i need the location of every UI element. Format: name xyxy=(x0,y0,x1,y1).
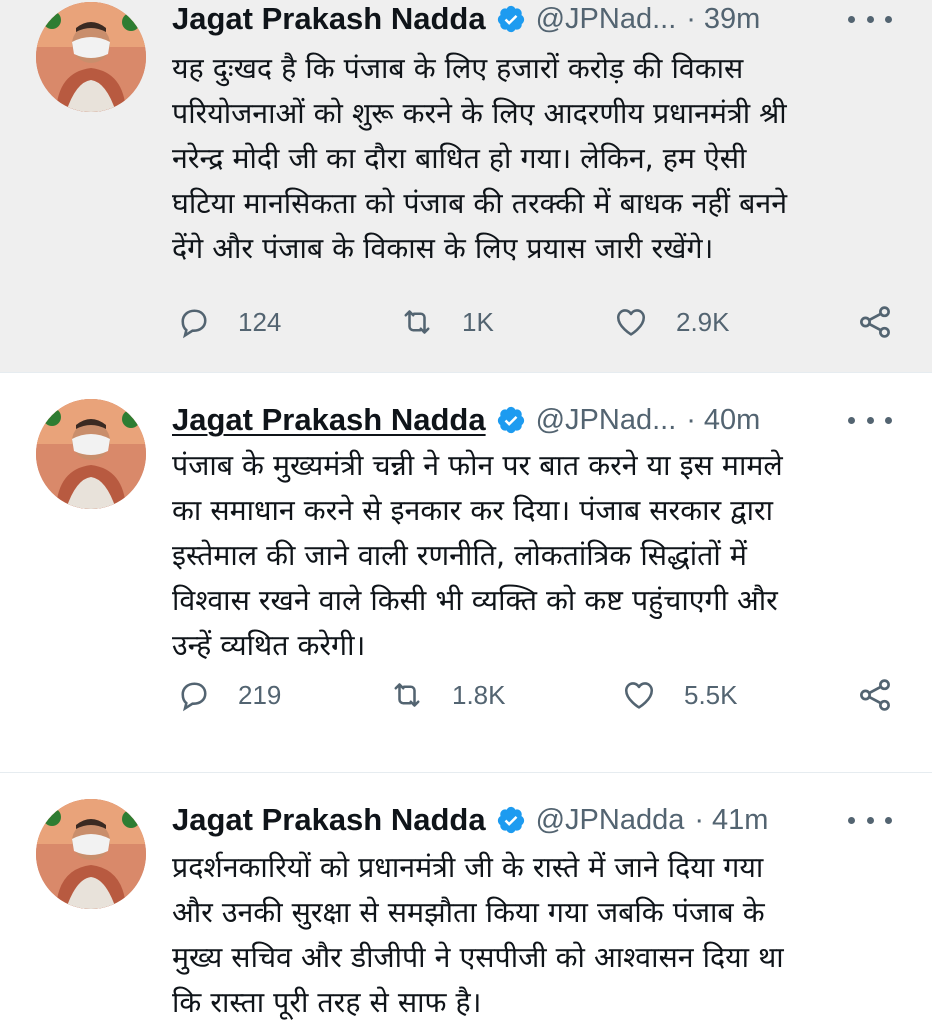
share-button[interactable] xyxy=(856,300,894,344)
tweet-timestamp[interactable]: 41m xyxy=(712,804,768,837)
tweet[interactable]: Jagat Prakash Nadda @JPNad... · 39m यह द… xyxy=(0,0,932,372)
tweet-header: Jagat Prakash Nadda @JPNadda · 41m xyxy=(172,797,902,843)
reply-icon xyxy=(181,682,207,712)
tweet-text-line: और उनकी सुरक्षा से समझौता किया गया जबकि … xyxy=(172,896,765,929)
share-icon xyxy=(860,306,890,338)
tweet-text-line: देंगे और पंजाब के विकास के लिए प्रयास जा… xyxy=(172,232,714,265)
tweet-actions: 219 1.8K 5.5K xyxy=(172,673,902,717)
verified-badge-icon xyxy=(496,405,526,435)
tweet-text-line: विश्वास रखने वाले किसी भी व्यक्ति को कष्… xyxy=(172,584,778,617)
tweet-text-line: घटिया मानसिकता को पंजाब की तरक्की में बा… xyxy=(172,187,788,220)
separator-dot: · xyxy=(686,403,696,436)
like-button[interactable]: 5.5K xyxy=(620,673,738,717)
tweet-text: यह दुःखद है कि पंजाब के लिए हजारों करोड़… xyxy=(172,46,902,271)
author-name[interactable]: Jagat Prakash Nadda xyxy=(172,1,486,37)
share-icon xyxy=(860,679,890,711)
verified-badge-icon xyxy=(496,4,526,34)
tweet-text-line: उन्हें व्यथित करेगी। xyxy=(172,629,366,662)
verified-badge-icon xyxy=(496,805,526,835)
retweet-button[interactable]: 1.8K xyxy=(388,673,506,717)
avatar[interactable] xyxy=(36,799,146,909)
tweet-text-line: मुख्य सचिव और डीजीपी ने एसपीजी को आश्वास… xyxy=(172,941,784,974)
author-name[interactable]: Jagat Prakash Nadda xyxy=(172,802,486,838)
retweet-icon xyxy=(404,310,430,334)
avatar[interactable] xyxy=(36,2,146,112)
reply-count: 124 xyxy=(238,306,282,337)
retweet-button[interactable]: 1K xyxy=(398,300,494,344)
author-handle[interactable]: @JPNad... xyxy=(536,3,677,36)
tweet-timestamp[interactable]: 39m xyxy=(704,3,760,36)
tweet-header: Jagat Prakash Nadda @JPNad... · 40m xyxy=(172,397,902,443)
tweet-header: Jagat Prakash Nadda @JPNad... · 39m xyxy=(172,0,902,42)
tweet-text: प्रदर्शनकारियों को प्रधानमंत्री जी के रा… xyxy=(172,845,902,1025)
author-name[interactable]: Jagat Prakash Nadda xyxy=(172,402,486,438)
more-options-icon[interactable] xyxy=(848,0,892,42)
separator-dot: · xyxy=(694,803,705,836)
more-options-icon[interactable] xyxy=(848,797,892,843)
tweet-actions: 124 1K 2.9K xyxy=(172,300,902,344)
avatar[interactable] xyxy=(36,399,146,509)
retweet-icon xyxy=(394,683,420,707)
tweet-text-line: परियोजनाओं को शुरू करने के लिए आदरणीय प्… xyxy=(172,97,787,130)
heart-icon xyxy=(624,682,654,709)
separator-dot: · xyxy=(686,2,696,35)
heart-icon xyxy=(616,309,646,336)
tweet-text-line: नरेन्द्र मोदी जी का दौरा बाधित हो गया। ल… xyxy=(172,142,747,175)
reply-button[interactable]: 124 xyxy=(176,300,281,344)
like-count: 5.5K xyxy=(684,679,738,710)
reply-count: 219 xyxy=(238,679,282,710)
tweet-text-line: इस्तेमाल की जाने वाली रणनीति, लोकतांत्रि… xyxy=(172,539,747,572)
tweet-text-line: कि रास्ता पूरी तरह से साफ है। xyxy=(172,986,482,1019)
author-handle[interactable]: @JPNadda xyxy=(536,804,685,837)
reply-button[interactable]: 219 xyxy=(176,673,281,717)
retweet-count: 1.8K xyxy=(452,679,506,710)
like-count: 2.9K xyxy=(676,306,730,337)
tweet-timestamp[interactable]: 40m xyxy=(704,404,760,437)
author-handle[interactable]: @JPNad... xyxy=(536,404,677,437)
tweet-text-line: प्रदर्शनकारियों को प्रधानमंत्री जी के रा… xyxy=(172,851,764,884)
tweet[interactable]: Jagat Prakash Nadda @JPNad... · 40m पंजा… xyxy=(0,372,932,772)
tweet-text-line: का समाधान करने से इनकार कर दिया। पंजाब स… xyxy=(172,494,774,527)
tweet-text: पंजाब के मुख्यमंत्री चन्नी ने फोन पर बात… xyxy=(172,443,902,668)
tweet[interactable]: Jagat Prakash Nadda @JPNadda · 41m प्रदर… xyxy=(0,772,932,1024)
share-button[interactable] xyxy=(856,673,894,717)
tweet-text-line: यह दुःखद है कि पंजाब के लिए हजारों करोड़… xyxy=(172,52,744,85)
like-button[interactable]: 2.9K xyxy=(612,300,730,344)
reply-icon xyxy=(181,309,207,339)
more-options-icon[interactable] xyxy=(848,397,892,443)
tweet-text-line: पंजाब के मुख्यमंत्री चन्नी ने फोन पर बात… xyxy=(172,449,783,482)
retweet-count: 1K xyxy=(462,306,494,337)
